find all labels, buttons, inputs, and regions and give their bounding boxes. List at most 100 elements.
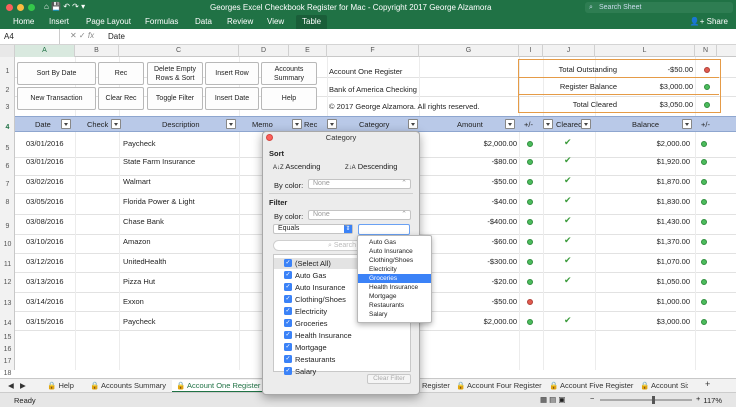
- dropdown-option-health-insurance[interactable]: Health Insurance: [358, 283, 431, 292]
- row-header-15[interactable]: 15: [0, 334, 15, 341]
- row-header-9[interactable]: 9: [0, 223, 15, 230]
- clear-rec-button[interactable]: Clear Rec: [98, 87, 144, 110]
- sheet-tab-register[interactable]: Register: [422, 381, 450, 390]
- sheet-tab-help[interactable]: 🔒 Help: [47, 381, 74, 390]
- dropdown-option-groceries[interactable]: Groceries: [358, 274, 431, 283]
- share-label: Share: [706, 17, 728, 26]
- quick-access-icons[interactable]: ⌂ 💾 ↶ ↷ ▾: [44, 2, 85, 11]
- tab-page-layout[interactable]: Page Layout: [86, 17, 131, 26]
- row-header-3[interactable]: 3: [0, 104, 15, 111]
- dropdown-option-clothing-shoes[interactable]: Clothing/Shoes: [358, 256, 431, 265]
- maximize-window-button[interactable]: [28, 4, 35, 11]
- column-header-d[interactable]: D: [239, 45, 289, 57]
- column-header-l[interactable]: L: [595, 45, 695, 57]
- select-all-corner[interactable]: [0, 45, 15, 57]
- column-header-g[interactable]: G: [419, 45, 519, 57]
- dropdown-option-mortgage[interactable]: Mortgage: [358, 292, 431, 301]
- filter-dropdown-icon[interactable]: [408, 119, 418, 129]
- tab-formulas[interactable]: Formulas: [145, 17, 178, 26]
- row-header-18[interactable]: 18: [0, 370, 15, 377]
- search-sheet-input[interactable]: ⌕ Search Sheet: [585, 2, 733, 13]
- row-header-14[interactable]: 14: [0, 320, 15, 327]
- filter-dropdown-icon[interactable]: [226, 119, 236, 129]
- filter-value-input[interactable]: [358, 224, 410, 235]
- add-sheet-button[interactable]: +: [705, 379, 710, 389]
- row-header-5[interactable]: 5: [0, 145, 15, 152]
- sheet-scroll-right-icon[interactable]: ▶: [20, 381, 26, 390]
- sheet-tab-account-six[interactable]: 🔒 Account Six: [640, 381, 688, 390]
- tab-view[interactable]: View: [267, 17, 284, 26]
- row-header-10[interactable]: 10: [0, 241, 15, 248]
- filter-color-select[interactable]: None: [308, 210, 411, 220]
- dropdown-option-electricity[interactable]: Electricity: [358, 265, 431, 274]
- zoom-out-icon[interactable]: −: [590, 394, 594, 403]
- filter-dropdown-icon[interactable]: [292, 119, 302, 129]
- sort-ascending-button[interactable]: A↓Z Ascending: [273, 162, 320, 171]
- view-mode-icons[interactable]: ▦ ▤ ▣: [540, 395, 565, 404]
- zoom-slider[interactable]: [600, 399, 692, 401]
- column-header-c[interactable]: C: [119, 45, 239, 57]
- close-window-button[interactable]: [6, 4, 13, 11]
- row-header-8[interactable]: 8: [0, 199, 15, 206]
- tab-insert[interactable]: Insert: [49, 17, 69, 26]
- name-box[interactable]: A4: [0, 29, 60, 44]
- column-header-n[interactable]: N: [695, 45, 717, 57]
- tab-home[interactable]: Home: [13, 17, 34, 26]
- column-header-b[interactable]: B: [75, 45, 119, 57]
- filter-dropdown-icon[interactable]: [111, 119, 121, 129]
- dropdown-option-salary[interactable]: Salary: [358, 310, 431, 319]
- row-header-11[interactable]: 11: [0, 261, 15, 268]
- row-header-4[interactable]: 4: [0, 124, 15, 131]
- dropdown-option-restaurants[interactable]: Restaurants: [358, 301, 431, 310]
- column-header-j[interactable]: J: [543, 45, 595, 57]
- row-header-1[interactable]: 1: [0, 68, 15, 75]
- clear-filter-button[interactable]: Clear Filter: [367, 374, 411, 384]
- insert-row-button[interactable]: Insert Row: [205, 62, 259, 85]
- filter-dropdown-icon[interactable]: [543, 119, 553, 129]
- row-header-12[interactable]: 12: [0, 279, 15, 286]
- zoom-in-icon[interactable]: +: [696, 394, 700, 403]
- filter-dropdown-icon[interactable]: [505, 119, 515, 129]
- row-header-2[interactable]: 2: [0, 87, 15, 94]
- sheet-tab-account-five-register[interactable]: 🔒 Account Five Register: [549, 381, 633, 390]
- toggle-filter-button[interactable]: Toggle Filter: [147, 87, 203, 110]
- new-transaction-button[interactable]: New Transaction: [17, 87, 96, 110]
- zoom-slider-handle[interactable]: [652, 396, 655, 404]
- filter-dropdown-icon[interactable]: [327, 119, 337, 129]
- sort-by-date-button[interactable]: Sort By Date: [17, 62, 96, 85]
- help-button[interactable]: Help: [261, 87, 317, 110]
- insert-date-button[interactable]: Insert Date: [205, 87, 259, 110]
- row-header-7[interactable]: 7: [0, 181, 15, 188]
- sheet-tab-account-four-register[interactable]: 🔒 Account Four Register: [456, 381, 542, 390]
- tab-review[interactable]: Review: [227, 17, 253, 26]
- row-header-16[interactable]: 16: [0, 346, 15, 353]
- formula-input[interactable]: Date: [108, 32, 125, 41]
- row-header-13[interactable]: 13: [0, 300, 15, 307]
- share-button[interactable]: 👤+ Share: [690, 17, 728, 26]
- minimize-window-button[interactable]: [17, 4, 24, 11]
- column-header-e[interactable]: E: [289, 45, 327, 57]
- accounts-summary-button[interactable]: Accounts Summary: [261, 62, 317, 85]
- filter-dropdown-icon[interactable]: [61, 119, 71, 129]
- sheet-scroll-left-icon[interactable]: ◀: [8, 381, 14, 390]
- tab-table[interactable]: Table: [296, 15, 328, 29]
- delete-empty-rows-button[interactable]: Delete Empty Rows & Sort: [147, 62, 203, 85]
- sort-descending-button[interactable]: Z↓A Descending: [345, 162, 397, 171]
- row-header-6[interactable]: 6: [0, 163, 15, 170]
- dropdown-option-auto-gas[interactable]: Auto Gas: [358, 238, 431, 247]
- tab-data[interactable]: Data: [195, 17, 212, 26]
- column-header-f[interactable]: F: [327, 45, 419, 57]
- cleared-check-icon: ✔: [564, 235, 572, 245]
- sheet-tab-accounts-summary[interactable]: 🔒 Accounts Summary: [90, 381, 166, 390]
- filter-dropdown-icon[interactable]: [682, 119, 692, 129]
- column-header-i[interactable]: I: [519, 45, 543, 57]
- filter-dropdown-icon[interactable]: [581, 119, 591, 129]
- dropdown-option-auto-insurance[interactable]: Auto Insurance: [358, 247, 431, 256]
- filter-condition-select[interactable]: Equals ⇕: [273, 224, 353, 234]
- sort-color-select[interactable]: None: [308, 179, 411, 189]
- checklist-label: Mortgage: [295, 343, 327, 352]
- column-header-a[interactable]: A: [15, 45, 75, 57]
- formula-icons[interactable]: ✕ ✓ fx: [70, 31, 94, 40]
- row-header-17[interactable]: 17: [0, 358, 15, 365]
- rec-button[interactable]: Rec: [98, 62, 144, 85]
